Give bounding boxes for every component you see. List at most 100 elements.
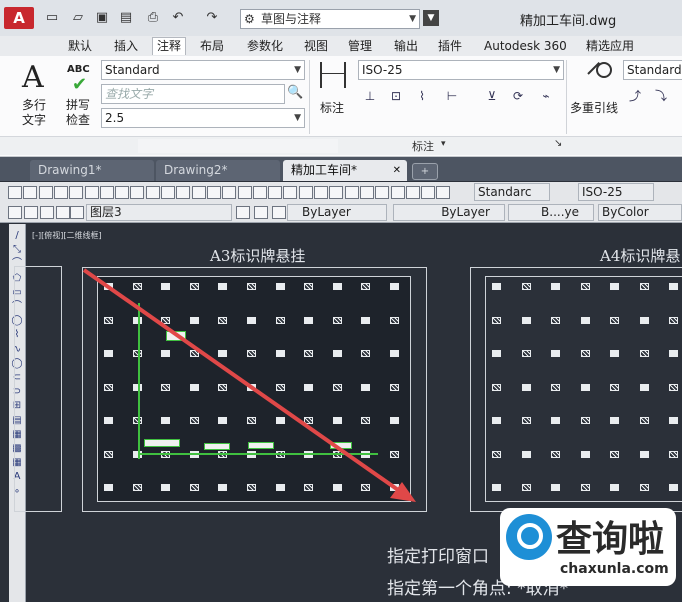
toolbar-button-icon[interactable] [436,186,451,199]
toolbar-button-icon[interactable] [421,186,436,199]
ribbon-tab[interactable]: 参数化 [243,38,287,55]
ribbon-tab[interactable]: 精选应用 [582,38,638,55]
new-tab-button[interactable]: + [412,163,438,180]
layer-select[interactable]: 图层3 [86,204,232,221]
workspace-select[interactable]: ⚙ 草图与注释 ▼ [240,9,420,29]
dim-style-select[interactable]: ISO-25 ▼ [358,60,564,80]
layer-tool-icon[interactable] [272,206,286,219]
layer-tool-icon[interactable] [8,206,22,219]
close-tab-icon[interactable]: ✕ [393,160,401,181]
dim-break-icon[interactable]: ⌇ [410,85,434,107]
text-style-select[interactable]: Standard ▼ [101,60,305,80]
layer-tool-icon[interactable] [236,206,250,219]
find-text-input[interactable]: 查找文字 [101,84,285,104]
watermark-logo: 查询啦 chaxunla.com [500,508,676,586]
ribbon-tab[interactable]: 注释 [152,37,187,55]
print-icon[interactable]: ⎙ [145,10,161,26]
toolbar-button-icon[interactable] [329,186,344,199]
toolbar-button-icon[interactable] [8,186,22,199]
toolbar-button-icon[interactable] [222,186,237,199]
toolbar-button-icon[interactable] [191,186,206,199]
find-replace-icon[interactable]: 🔍 [287,85,303,100]
toolbar-button-icon[interactable] [99,186,114,199]
toolbar-button-icon[interactable] [390,186,405,199]
multileader-icon[interactable] [586,61,612,88]
toolbar-button-icon[interactable] [130,186,145,199]
toolbar-dim-style-select[interactable]: ISO-25 [578,183,654,201]
toolbar-button-icon[interactable] [298,186,313,199]
panel-title-label[interactable]: 标注 [412,138,434,154]
toolbar-button-icon[interactable] [53,186,68,199]
undo-icon[interactable]: ↶ [170,10,186,26]
dimension-icon[interactable] [320,62,346,88]
toolbar-button-icon[interactable] [375,186,390,199]
open-icon[interactable]: ▱ [70,10,86,26]
toolbar-button-icon[interactable] [84,186,99,199]
ribbon-tab[interactable]: 管理 [344,38,376,55]
draw-tool-icon[interactable]: / [11,230,23,241]
ribbon-tab[interactable]: 默认 [64,38,96,55]
document-tab[interactable]: Drawing1* [30,160,154,181]
ribbon-tab[interactable]: 插件 [434,38,466,55]
dim-baseline-icon[interactable]: ⊥ [358,85,382,107]
toolbar-button-icon[interactable] [115,186,130,199]
toolbar-button-icon[interactable] [145,186,160,199]
toolbar-button-icon[interactable] [69,186,84,199]
multileader-label[interactable]: 多重引线 [570,99,618,116]
dim-jog-icon[interactable]: ⌁ [534,85,558,107]
dialog-launcher-icon[interactable]: ↘ [554,138,562,149]
draw-tool-icon[interactable]: ⤡ [11,244,23,255]
dim-adjust-icon[interactable]: ⊻ [480,85,504,107]
layer-tool-icon[interactable] [56,206,70,219]
layer-tool-icon[interactable] [70,206,84,219]
plotstyle-select[interactable]: ByColor [598,204,682,221]
ribbon-tab[interactable]: 输出 [390,38,422,55]
spellcheck-label[interactable]: 拼写检查 [66,98,94,128]
dim-continue-icon[interactable]: ⊢ [440,85,464,107]
dim-update-icon[interactable]: ⟳ [506,85,530,107]
document-tab[interactable]: 精加工车间* ✕ [283,160,407,181]
toolbar-button-icon[interactable] [23,186,38,199]
quick-access-menu-icon[interactable]: ▼ [423,10,439,26]
toolbar-button-icon[interactable] [405,186,420,199]
ribbon-tab[interactable]: 视图 [300,38,332,55]
dimension-label[interactable]: 标注 [320,99,344,116]
remove-leader-icon[interactable]: ⤵ [649,85,673,107]
linetype-select[interactable]: ByLayer [393,204,505,221]
checkmark-icon[interactable]: ✔ [72,74,87,95]
toolbar-button-icon[interactable] [161,186,175,199]
ribbon-tab[interactable]: 布局 [196,38,228,55]
toolbar-text-style-select[interactable]: Standarc [474,183,550,201]
dim-inspect-icon[interactable]: ⊡ [384,85,408,107]
lineweight-select[interactable]: B....ye [508,204,594,221]
multiline-text-icon[interactable]: A [22,60,44,95]
model-space-canvas[interactable]: [-][俯视][二维线框] A3标识牌悬挂 A4标识牌悬 指定打印窗口 指定第一… [14,224,682,602]
color-select[interactable]: ByLayer [287,204,387,221]
toolbar-button-icon[interactable] [268,186,283,199]
add-leader-icon[interactable]: ⤴ [623,85,647,107]
text-height-select[interactable]: 2.5 ▼ [101,108,305,128]
mleader-style-select[interactable]: Standard [623,60,682,80]
ribbon-tab[interactable]: Autodesk 360 [480,38,571,55]
layer-tool-icon[interactable] [40,206,54,219]
app-menu-button[interactable]: A [4,7,34,29]
ribbon-tab[interactable]: 插入 [110,38,142,55]
document-tab[interactable]: Drawing2* [156,160,280,181]
toolbar-button-icon[interactable] [176,186,191,199]
toolbar-button-icon[interactable] [237,186,252,199]
toolbar-button-icon[interactable] [252,186,267,199]
redo-icon[interactable]: ↷ [204,10,220,26]
toolbar-button-icon[interactable] [38,186,53,199]
save-as-icon[interactable]: ▤ [118,10,134,26]
layer-tool-icon[interactable] [254,206,268,219]
panel-expand-icon[interactable]: ▾ [441,139,446,149]
multiline-text-label[interactable]: 多行文字 [22,98,50,128]
toolbar-button-icon[interactable] [359,186,374,199]
save-icon[interactable]: ▣ [94,10,110,26]
toolbar-button-icon[interactable] [344,186,359,199]
toolbar-button-icon[interactable] [283,186,298,199]
layer-tool-icon[interactable] [24,206,38,219]
toolbar-button-icon[interactable] [314,186,328,199]
toolbar-button-icon[interactable] [206,186,221,199]
new-icon[interactable]: ▭ [44,10,60,26]
